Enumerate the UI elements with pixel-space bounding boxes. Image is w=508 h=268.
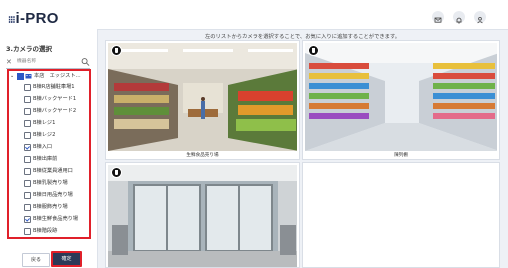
item-checkbox[interactable] <box>24 156 31 163</box>
root-checkbox[interactable] <box>17 73 24 80</box>
item-checkbox-checked[interactable] <box>24 144 31 151</box>
step-title: 3.カメラの選択 <box>6 45 52 53</box>
item-checkbox[interactable] <box>24 120 31 127</box>
camera-tile-empty[interactable] <box>302 162 500 268</box>
clear-icon[interactable]: ✕ <box>6 56 12 68</box>
item-checkbox[interactable] <box>24 192 31 199</box>
sidebar: ⁝⁝⁝i-PRO 3.カメラの選択 ✕ 機器名称 ⌄ 本店 エッジスト… B棟R… <box>0 0 98 268</box>
favorite-pin-icon[interactable] <box>111 45 122 56</box>
tree-item[interactable]: B棟レジ2 <box>24 131 90 139</box>
item-checkbox-checked[interactable] <box>24 216 31 223</box>
tree-item[interactable]: B棟乳製売り場 <box>24 179 90 187</box>
bell-icon[interactable] <box>453 11 465 24</box>
tree-item[interactable]: B棟レジ1 <box>24 119 90 127</box>
item-checkbox[interactable] <box>24 108 31 115</box>
camera-tile[interactable]: 陳列棚 <box>302 40 500 160</box>
search-icon[interactable] <box>81 57 90 67</box>
item-checkbox[interactable] <box>24 84 31 91</box>
top-bar <box>97 0 508 30</box>
back-button[interactable]: 戻る <box>22 253 50 267</box>
search-input[interactable]: ✕ 機器名称 <box>6 56 90 69</box>
user-icon[interactable] <box>474 11 486 24</box>
item-checkbox[interactable] <box>24 96 31 103</box>
item-checkbox[interactable] <box>24 180 31 187</box>
search-placeholder: 機器名称 <box>17 59 37 64</box>
favorite-pin-icon[interactable] <box>308 45 319 56</box>
tree-item[interactable]: B棟階段跡 <box>24 227 90 235</box>
confirm-button[interactable]: 確定 <box>51 251 82 267</box>
camera-feed-image <box>305 43 497 151</box>
tile-caption: 生鮮食品売り場 <box>186 153 219 158</box>
camera-feed-image <box>108 43 297 151</box>
tree-item[interactable]: B棟服飾売り場 <box>24 203 90 211</box>
tile-caption: 陳列棚 <box>394 153 408 158</box>
item-checkbox[interactable] <box>24 168 31 175</box>
tree-item[interactable]: B棟バックヤード1 <box>24 95 90 103</box>
tree-item[interactable]: B棟日用品売り場 <box>24 191 90 199</box>
camera-tile[interactable]: 生鮮食品売り場 <box>105 40 300 160</box>
mail-icon[interactable] <box>432 11 444 23</box>
camera-tile[interactable] <box>105 162 300 268</box>
tree-item[interactable]: B棟従業員通用口 <box>24 167 90 175</box>
favorite-pin-icon[interactable] <box>111 167 122 178</box>
camera-tree: ⌄ 本店 エッジスト… B棟R店舗駐車場1 B棟バックヤード1 B棟バックヤード… <box>7 69 91 239</box>
camera-feed-image <box>108 165 297 267</box>
item-checkbox[interactable] <box>24 228 31 235</box>
app-logo: ⁝⁝⁝i-PRO <box>8 10 59 27</box>
tree-item[interactable]: B棟生鮮食品売り場 <box>24 215 90 223</box>
tree-item[interactable]: B棟出庫前 <box>24 155 90 163</box>
building-icon <box>25 74 32 79</box>
chevron-down-icon[interactable]: ⌄ <box>10 72 14 80</box>
instruction-text: 左のリストからカメラを選択することで、お気に入りに追加することができます。 <box>204 34 401 40</box>
tree-item[interactable]: B棟入口 <box>24 143 90 151</box>
item-checkbox[interactable] <box>24 204 31 211</box>
item-checkbox[interactable] <box>24 132 31 139</box>
main-area: 左のリストからカメラを選択することで、お気に入りに追加することができます。 生鮮… <box>97 29 508 268</box>
tree-item[interactable]: B棟バックヤード2 <box>24 107 90 115</box>
tree-item[interactable]: B棟R店舗駐車場1 <box>24 83 90 91</box>
tree-root-store[interactable]: ⌄ 本店 エッジスト… <box>10 72 90 80</box>
tree-root-label: 本店 エッジスト… <box>34 73 81 79</box>
